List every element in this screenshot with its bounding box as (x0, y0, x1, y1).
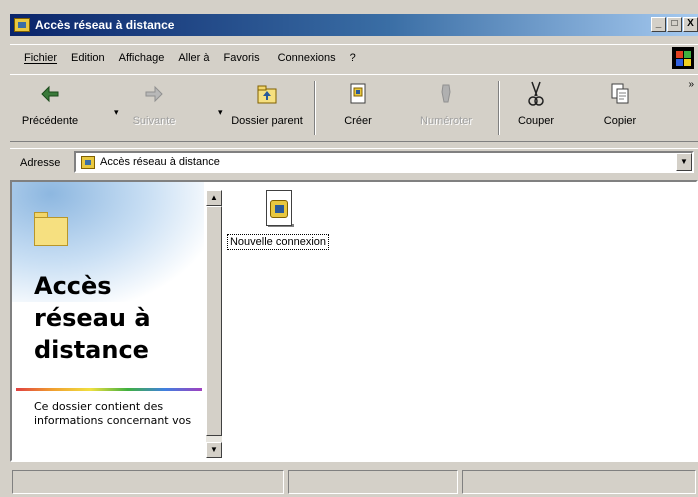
cut-button[interactable]: Couper (496, 79, 576, 127)
create-label: Créer (344, 115, 372, 127)
explorer-window: Accès réseau à distance _ □ X Fichier Ed… (0, 0, 698, 497)
scroll-thumb[interactable] (206, 206, 222, 436)
minimize-button[interactable]: _ (651, 17, 666, 32)
address-dropdown-icon[interactable]: ▼ (676, 153, 692, 171)
content-area: Accès réseau à distance Ce dossier conti… (10, 180, 698, 462)
cut-label: Couper (517, 115, 555, 127)
address-label: Adresse (20, 156, 61, 169)
menu-edition[interactable]: Edition (69, 50, 107, 66)
windows-logo-icon (672, 47, 694, 69)
menu-fichier[interactable]: Fichier (22, 50, 59, 66)
menu-affichage[interactable]: Affichage (117, 50, 167, 66)
scissors-icon (523, 79, 549, 109)
back-button[interactable]: Précédente (10, 79, 90, 127)
toolbar-more-icon[interactable]: » (688, 79, 694, 90)
copy-label: Copier (603, 115, 637, 127)
panel-description: Ce dossier contient des informations con… (34, 400, 192, 427)
menu-help[interactable]: ? (348, 50, 358, 66)
panel-title: Accès réseau à distance (34, 272, 151, 364)
menu-aller-a[interactable]: Aller à (176, 50, 211, 66)
menu-favoris[interactable]: Favoris (222, 50, 262, 66)
status-panel-size (288, 470, 458, 494)
forward-dropdown-icon[interactable]: ▾ (218, 107, 223, 118)
window-title: Accès réseau à distance (35, 18, 175, 32)
scroll-up-icon[interactable]: ▲ (206, 190, 222, 206)
status-panel-main (12, 470, 284, 494)
close-button[interactable]: X (683, 17, 698, 32)
vertical-scrollbar[interactable]: ▲ ▼ (206, 190, 222, 458)
dial-button[interactable]: Numéroter (406, 79, 486, 127)
dialup-folder-icon (81, 155, 95, 169)
back-arrow-icon (37, 79, 63, 109)
menu-connexions[interactable]: Connexions (276, 50, 338, 66)
dial-icon (433, 79, 459, 109)
folder-icon (34, 212, 68, 246)
dial-label: Numéroter (420, 115, 472, 127)
title-bar[interactable]: Accès réseau à distance _ □ X (10, 14, 698, 36)
copy-button[interactable]: Copier (580, 79, 660, 127)
web-view-panel: Accès réseau à distance Ce dossier conti… (12, 182, 204, 460)
toolbar: Précédente ▾ Suivante ▾ Dossier parent C… (10, 74, 698, 142)
address-input[interactable]: Accès réseau à distance ▼ (74, 151, 694, 173)
file-label: Nouvelle connexion (226, 234, 329, 250)
address-value: Accès réseau à distance (100, 156, 220, 168)
status-bar (10, 468, 698, 497)
forward-button[interactable]: Suivante (114, 79, 194, 127)
create-button[interactable]: Créer (318, 79, 398, 127)
maximize-button[interactable]: □ (667, 17, 682, 32)
address-bar: Adresse Accès réseau à distance ▼ (10, 148, 698, 176)
up-folder-icon (254, 79, 280, 109)
scroll-down-icon[interactable]: ▼ (206, 442, 222, 458)
back-button-label: Précédente (21, 115, 79, 127)
menu-bar: Fichier Edition Affichage Aller à Favori… (10, 44, 698, 70)
toolbar-separator (314, 81, 316, 135)
parent-folder-label: Dossier parent (231, 115, 303, 127)
forward-arrow-icon (141, 79, 167, 109)
rainbow-divider (16, 388, 202, 391)
forward-button-label: Suivante (132, 115, 176, 127)
parent-folder-button[interactable]: Dossier parent (224, 79, 310, 127)
dialup-folder-icon (14, 18, 30, 32)
new-connection-icon (262, 190, 294, 230)
file-item-new-connection[interactable]: Nouvelle connexion (222, 184, 334, 250)
copy-icon (607, 79, 633, 109)
create-icon (345, 79, 371, 109)
window-controls: _ □ X (651, 17, 698, 32)
status-panel-zone (462, 470, 696, 494)
